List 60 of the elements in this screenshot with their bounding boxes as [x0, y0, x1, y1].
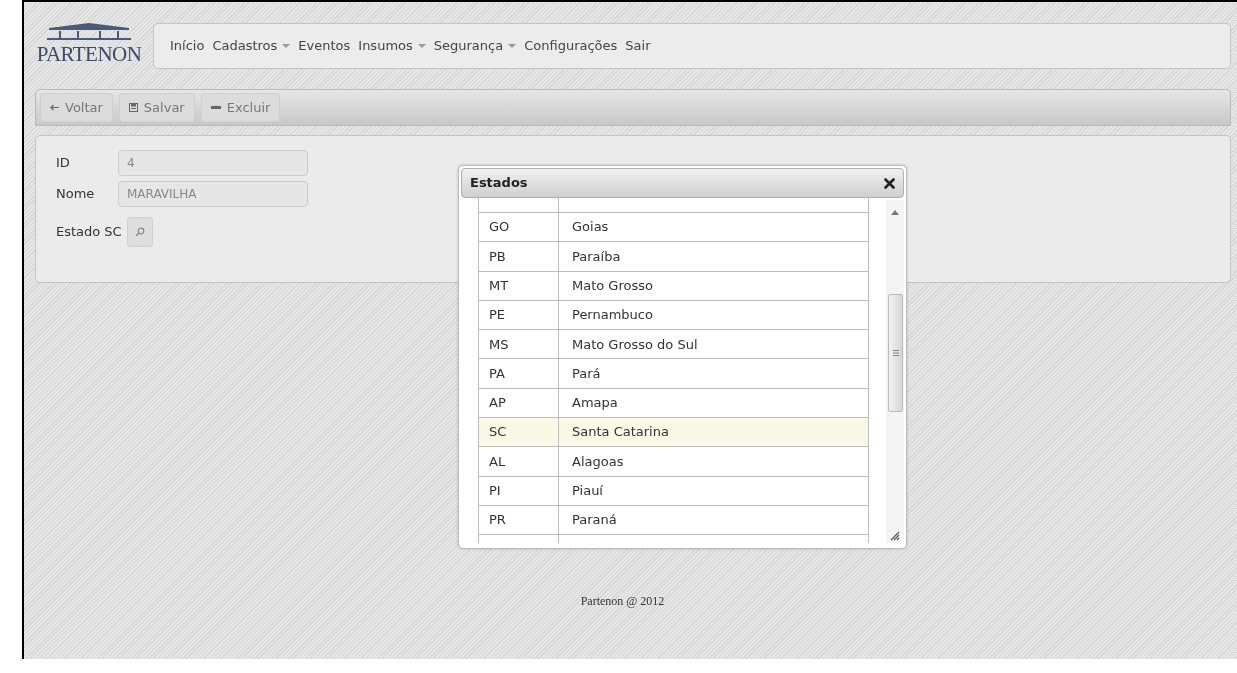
- table-cell: PR: [479, 505, 559, 535]
- table-cell: GO: [479, 213, 559, 242]
- logo-text: PARTENON: [36, 42, 142, 66]
- table-row[interactable]: GO Goias: [479, 213, 868, 243]
- table-cell: SC: [479, 418, 559, 447]
- dialog-title: Estados: [470, 174, 528, 193]
- table-row[interactable]: PI Piauí: [479, 476, 868, 506]
- table-cell-text: Pernambuco: [571, 306, 654, 325]
- table-cell-text: Mato Grosso do Sul: [571, 335, 699, 354]
- table-cell-text: Piauí: [571, 482, 604, 501]
- table-row[interactable]: MS Mato Grosso do Sul: [479, 330, 868, 360]
- table-cell-text: Goias: [571, 218, 610, 237]
- table-row[interactable]: PE Pernambuco: [479, 300, 868, 331]
- menu-item[interactable]: Sair: [625, 36, 651, 56]
- table-cell-text: Amapa: [571, 394, 619, 413]
- table-cell: PE: [479, 300, 559, 330]
- table-row[interactable]: PA Pará: [479, 359, 868, 389]
- field-label: Estado: [56, 223, 101, 242]
- scroll-thumb[interactable]: [888, 294, 903, 412]
- table-cell: MT: [479, 271, 559, 300]
- scroll-up-icon[interactable]: [891, 210, 899, 215]
- minus-icon: [210, 106, 221, 109]
- field-value: SC: [104, 223, 122, 242]
- table-cell-text: Santa Catarina: [571, 423, 670, 442]
- table-cell: MS: [479, 330, 559, 359]
- table-row[interactable]: AP Amapa: [479, 388, 868, 419]
- field-label: Nome: [56, 185, 96, 204]
- table-row[interactable]: PR Paraná: [479, 505, 868, 536]
- grip-icon: [892, 350, 899, 356]
- table-cell: PI: [479, 476, 559, 505]
- caret-icon: [417, 44, 426, 48]
- table-cell-text: Paraná: [571, 511, 618, 530]
- table-row[interactable]: AL Alagoas: [479, 447, 868, 477]
- menu-item[interactable]: Configurações: [524, 36, 618, 56]
- table-cell: PB: [479, 242, 559, 271]
- menu-item[interactable]: Cadastros: [212, 36, 291, 56]
- search-icon: [134, 227, 145, 237]
- table-cell-text: Pará: [571, 364, 602, 383]
- search-button[interactable]: [126, 217, 153, 247]
- close-icon[interactable]: [884, 177, 895, 189]
- table-cell-text: Mato Grosso: [571, 277, 654, 295]
- field-label: ID: [56, 154, 71, 173]
- menu-item[interactable]: Segurança: [433, 36, 517, 56]
- menu-item[interactable]: Início: [170, 36, 205, 56]
- menu-item[interactable]: Insumos: [358, 36, 426, 56]
- menu-item[interactable]: Eventos: [298, 36, 351, 56]
- table-cell-text: Alagoas: [571, 452, 625, 471]
- resize-grip-icon[interactable]: [890, 531, 900, 541]
- table-cell-text: Paraíba: [571, 247, 622, 266]
- footer-text: Partenon @ 2012: [580, 593, 665, 610]
- table-cell: AL: [479, 447, 559, 476]
- table-row[interactable]: SC Santa Catarina: [479, 418, 868, 448]
- caret-icon: [508, 44, 517, 48]
- table-cell: AP: [479, 388, 559, 418]
- caret-icon: [282, 44, 291, 48]
- table-row[interactable]: PB Paraíba: [479, 242, 868, 272]
- table-cell: PA: [479, 359, 559, 388]
- table-row[interactable]: MT Mato Grosso: [479, 271, 868, 301]
- arrow-left-icon: [50, 104, 59, 111]
- scrollbar[interactable]: [886, 200, 904, 543]
